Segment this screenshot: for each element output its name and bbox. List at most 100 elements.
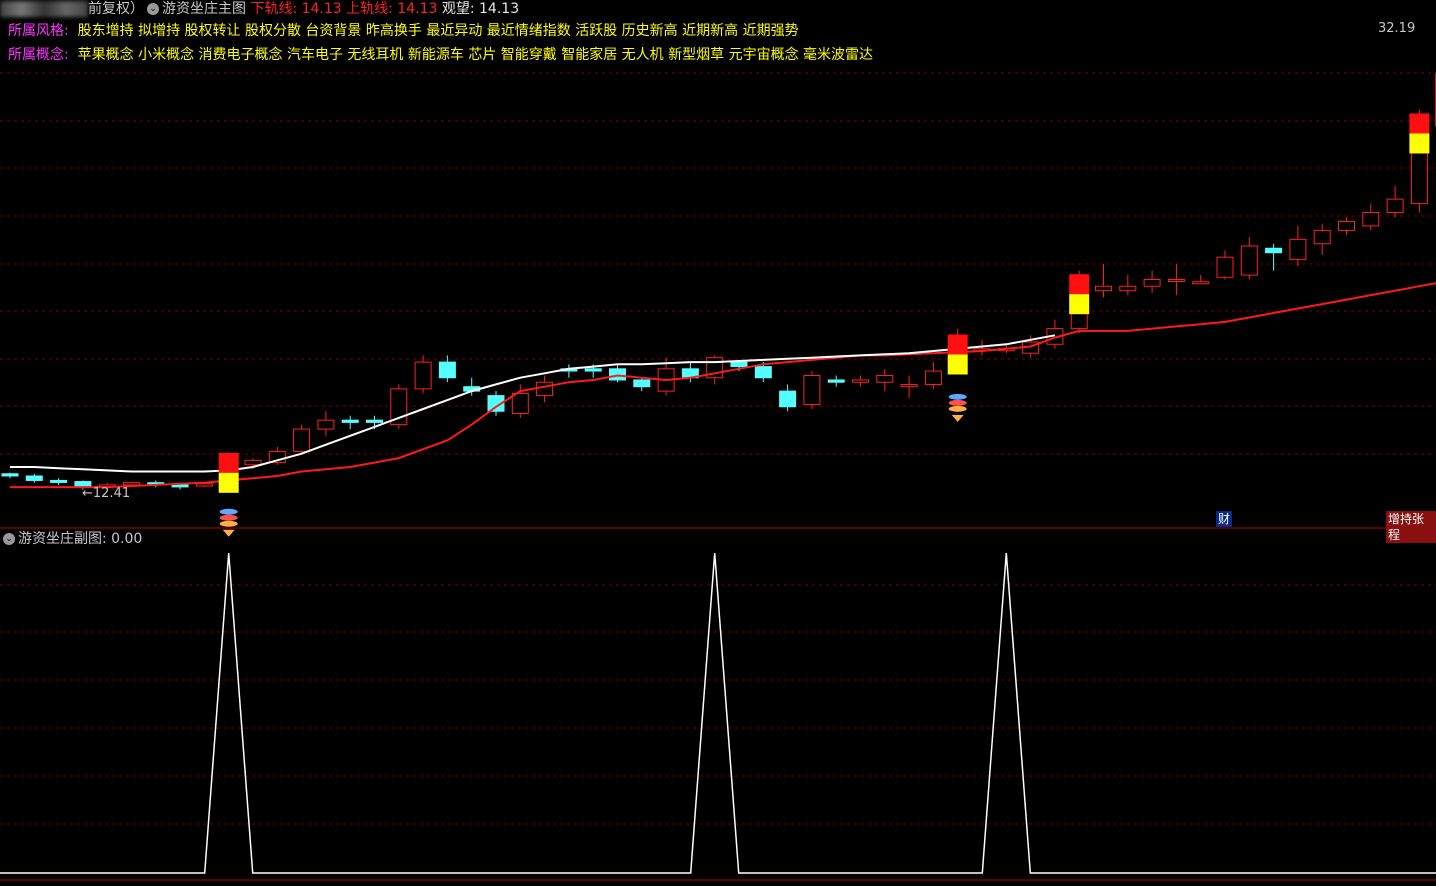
candle — [609, 364, 626, 383]
signal-red-block — [947, 334, 968, 355]
buy-signal-marker — [1409, 113, 1430, 154]
ornament-tip — [222, 529, 235, 537]
style-row: 所属风格: 股东增持 拟增持 股权转让 股权分散 台资背景 昨高换手 最近异动 … — [8, 22, 799, 40]
concept-row: 所属概念: 苹果概念 小米概念 消费电子概念 汽车电子 无线耳机 新能源车 芯片… — [8, 46, 873, 64]
candle-body — [1, 473, 19, 477]
candle-body — [803, 375, 821, 406]
high-price-label: 32.19 — [1378, 21, 1416, 36]
candle — [1192, 275, 1210, 285]
sub-chart-layer — [0, 552, 1436, 874]
candle — [1362, 203, 1380, 231]
event-badge[interactable]: 增持张程 — [1386, 511, 1436, 543]
candle-body — [1240, 245, 1258, 276]
candles-layer — [1, 73, 1436, 490]
candle — [1265, 243, 1283, 271]
candle-body — [1119, 285, 1137, 292]
candle-body — [584, 368, 602, 372]
candle-body — [195, 483, 213, 487]
candle-body — [1338, 220, 1355, 231]
candle — [1046, 319, 1064, 349]
ornament-ring — [948, 405, 967, 412]
candle — [1240, 237, 1258, 280]
candle — [876, 368, 894, 392]
signal-ornament-icon — [948, 393, 967, 422]
sub-signal-line — [0, 552, 1436, 874]
signal-yellow-block — [218, 472, 239, 493]
candle — [1, 472, 19, 479]
candle-body — [754, 366, 772, 379]
candle-body — [244, 459, 262, 466]
ornament-ring — [948, 393, 967, 400]
candle-body — [779, 390, 797, 408]
candle-body — [317, 419, 335, 430]
candle — [924, 362, 942, 389]
style-label: 所属风格: — [8, 23, 69, 39]
signal-yellow-block — [947, 354, 968, 375]
candle — [390, 384, 408, 430]
finance-badge[interactable]: 财 — [1216, 511, 1233, 527]
chart-canvas[interactable] — [0, 0, 1436, 886]
candle — [1119, 275, 1137, 296]
lower-rail-label: 下轨线: 14.13 — [250, 1, 342, 17]
candle-body — [1362, 212, 1380, 227]
candle — [633, 377, 651, 392]
ornament-ring — [219, 514, 238, 521]
candle — [293, 424, 311, 454]
candle — [1289, 225, 1307, 267]
candle-body — [1216, 256, 1234, 278]
candle — [1313, 223, 1331, 255]
candle-body — [730, 361, 748, 368]
candle — [560, 364, 578, 378]
candle — [536, 375, 554, 403]
candle — [803, 371, 821, 409]
candle — [827, 375, 845, 387]
candle-body — [1095, 285, 1112, 292]
candle-body — [1265, 247, 1283, 254]
main-indicator-name[interactable]: 游资坐庄主图 — [162, 1, 246, 17]
candle-body — [171, 484, 189, 488]
candle — [1143, 270, 1161, 293]
candle-body — [1313, 229, 1331, 245]
ornament-tip — [951, 414, 964, 422]
buy-signal-marker — [218, 452, 239, 493]
candle-body — [341, 419, 359, 423]
candle — [317, 411, 335, 436]
candle — [1095, 263, 1112, 298]
candle-body — [438, 361, 456, 379]
candle-body — [876, 375, 894, 383]
concept-label: 所属概念: — [8, 47, 69, 63]
candle-body — [609, 368, 626, 381]
candle-body — [827, 379, 845, 383]
ornament-ring — [219, 508, 238, 515]
candle-body — [536, 381, 554, 397]
candle — [900, 375, 918, 398]
sub-indicator-value: : 0.00 — [102, 531, 143, 547]
candle — [706, 355, 724, 385]
candle-body — [1386, 198, 1404, 214]
candle-body — [1143, 279, 1161, 287]
sub-dropdown-chevron-icon[interactable]: ⌄ — [3, 533, 15, 545]
candle-body — [1289, 238, 1307, 260]
style-text: 股东增持 拟增持 股权转让 股权分散 台资背景 昨高换手 最近异动 最近情绪指数… — [77, 23, 799, 39]
candle-body — [900, 383, 918, 388]
concept-text: 苹果概念 小米概念 消费电子概念 汽车电子 无线耳机 新能源车 芯片 智能穿戴 … — [77, 47, 874, 63]
buy-signal-marker — [947, 334, 968, 375]
ornament-ring — [219, 520, 238, 527]
upper-rail-label: 上轨线: 14.13 — [346, 1, 438, 17]
stock-name-blurred — [0, 1, 88, 17]
dropdown-chevron-icon[interactable]: ⌄ — [147, 3, 159, 15]
candle — [1216, 250, 1234, 280]
signal-red-block — [1069, 274, 1090, 295]
candle-body — [414, 361, 432, 390]
main-indicator-header: 前复权） ⌄ 游资坐庄主图 下轨线: 14.13 上轨线: 14.13 观望: 14… — [0, 0, 519, 18]
candle-body — [293, 428, 311, 452]
watch-label: 观望: 14.13 — [441, 1, 520, 17]
candle — [414, 355, 432, 394]
signal-red-block — [218, 452, 239, 473]
candle-body — [924, 370, 942, 385]
buy-signal-marker — [1069, 274, 1090, 315]
candle — [341, 415, 359, 430]
adjust-mode-label: 前复权） — [88, 1, 144, 17]
sub-indicator-name[interactable]: 游资坐庄副图 — [18, 531, 102, 547]
signal-yellow-block — [1409, 133, 1430, 154]
